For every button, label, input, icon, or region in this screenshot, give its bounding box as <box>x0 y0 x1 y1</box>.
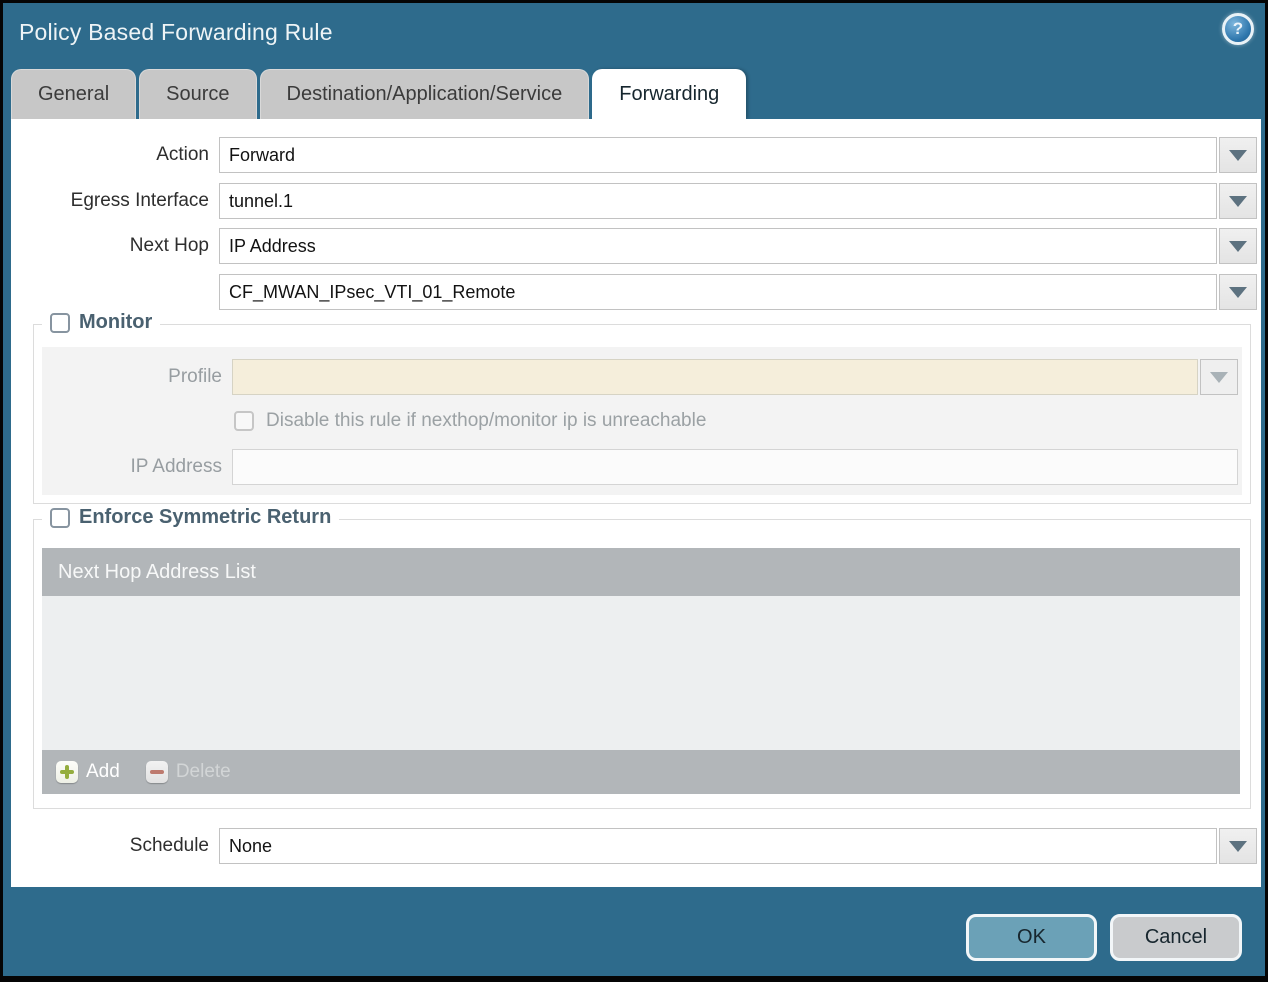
tab-general[interactable]: General <box>11 69 137 119</box>
monitor-legend: Monitor <box>42 311 161 334</box>
enforce-symmetric-return-label: Enforce Symmetric Return <box>79 506 332 528</box>
profile-label: Profile <box>168 366 222 387</box>
chevron-down-icon <box>1229 286 1247 298</box>
next-hop-address-list-header: Next Hop Address List <box>42 548 1240 596</box>
pbf-rule-dialog: Policy Based Forwarding Rule ? General S… <box>0 0 1268 982</box>
action-value: Forward <box>229 144 296 165</box>
minus-icon <box>145 761 168 783</box>
enforce-symmetric-return-checkbox[interactable] <box>50 507 70 528</box>
action-select[interactable]: Forward <box>219 137 1217 173</box>
next-hop-type-select[interactable]: IP Address <box>219 228 1217 264</box>
cancel-button[interactable]: Cancel <box>1110 914 1242 961</box>
next-hop-label: Next Hop <box>129 235 209 256</box>
monitor-ip-address-input <box>232 449 1238 485</box>
chevron-down-icon <box>1229 149 1247 161</box>
dialog-footer-buttons: OK Cancel <box>966 914 1242 961</box>
schedule-select[interactable]: None <box>219 828 1217 864</box>
forwarding-panel: Action Forward Egress Interface tunnel.1… <box>11 119 1261 887</box>
schedule-row: Schedule None <box>11 828 1257 864</box>
egress-interface-row: Egress Interface tunnel.1 <box>11 183 1257 219</box>
add-button-label: Add <box>86 761 120 782</box>
profile-dropdown-button <box>1200 359 1238 395</box>
tab-source[interactable]: Source <box>139 69 257 119</box>
egress-interface-value: tunnel.1 <box>229 190 294 211</box>
chevron-down-icon <box>1229 240 1247 252</box>
dialog-title: Policy Based Forwarding Rule <box>19 19 333 45</box>
action-label: Action <box>156 144 209 165</box>
next-hop-address-dropdown-button[interactable] <box>1219 274 1257 310</box>
action-row: Action Forward <box>11 137 1257 173</box>
add-button[interactable]: Add <box>56 761 120 783</box>
chevron-down-icon <box>1210 371 1228 383</box>
monitor-ip-address-row: IP Address <box>42 449 1238 485</box>
disable-rule-row: Disable this rule if nexthop/monitor ip … <box>234 409 706 433</box>
next-hop-address-list-table: Next Hop Address List Add Delete <box>42 548 1240 794</box>
monitor-ip-address-label: IP Address <box>130 456 222 477</box>
monitor-label: Monitor <box>79 311 153 333</box>
next-hop-address-row: CF_MWAN_IPsec_VTI_01_Remote <box>11 274 1257 310</box>
next-hop-type-dropdown-button[interactable] <box>1219 228 1257 264</box>
delete-button: Delete <box>145 761 231 783</box>
disable-rule-checkbox <box>234 411 254 431</box>
next-hop-address-list-header-label: Next Hop Address List <box>58 560 256 583</box>
delete-button-label: Delete <box>175 761 231 782</box>
profile-row: Profile <box>42 359 1238 395</box>
schedule-dropdown-button[interactable] <box>1219 828 1257 864</box>
schedule-label: Schedule <box>129 835 209 856</box>
monitor-fieldset: Monitor Profile Disable this rule if nex… <box>33 311 1251 504</box>
help-glyph: ? <box>1232 19 1244 38</box>
next-hop-type-value: IP Address <box>229 235 316 256</box>
tab-destination-application-service[interactable]: Destination/Application/Service <box>259 69 590 119</box>
action-dropdown-button[interactable] <box>1219 137 1257 173</box>
chevron-down-icon <box>1229 195 1247 207</box>
profile-select <box>232 359 1198 395</box>
monitor-panel: Profile Disable this rule if nexthop/mon… <box>42 347 1242 495</box>
tab-forwarding[interactable]: Forwarding <box>592 69 747 119</box>
next-hop-address-list-toolbar: Add Delete <box>42 750 1240 794</box>
egress-interface-label: Egress Interface <box>70 190 209 211</box>
schedule-value: None <box>229 835 273 856</box>
next-hop-address-value: CF_MWAN_IPsec_VTI_01_Remote <box>229 281 516 302</box>
tab-bar: General Source Destination/Application/S… <box>11 69 747 119</box>
next-hop-address-list-body <box>42 596 1240 750</box>
ok-button[interactable]: OK <box>966 914 1097 961</box>
monitor-checkbox[interactable] <box>50 312 70 333</box>
egress-interface-select[interactable]: tunnel.1 <box>219 183 1217 219</box>
next-hop-address-select[interactable]: CF_MWAN_IPsec_VTI_01_Remote <box>219 274 1217 310</box>
disable-rule-label: Disable this rule if nexthop/monitor ip … <box>266 410 707 431</box>
enforce-symmetric-return-legend: Enforce Symmetric Return <box>42 506 340 529</box>
help-icon[interactable]: ? <box>1222 13 1254 45</box>
next-hop-row: Next Hop IP Address <box>11 228 1257 264</box>
enforce-symmetric-return-fieldset: Enforce Symmetric Return Next Hop Addres… <box>33 506 1251 809</box>
plus-icon <box>56 761 78 783</box>
chevron-down-icon <box>1229 840 1247 852</box>
egress-interface-dropdown-button[interactable] <box>1219 183 1257 219</box>
